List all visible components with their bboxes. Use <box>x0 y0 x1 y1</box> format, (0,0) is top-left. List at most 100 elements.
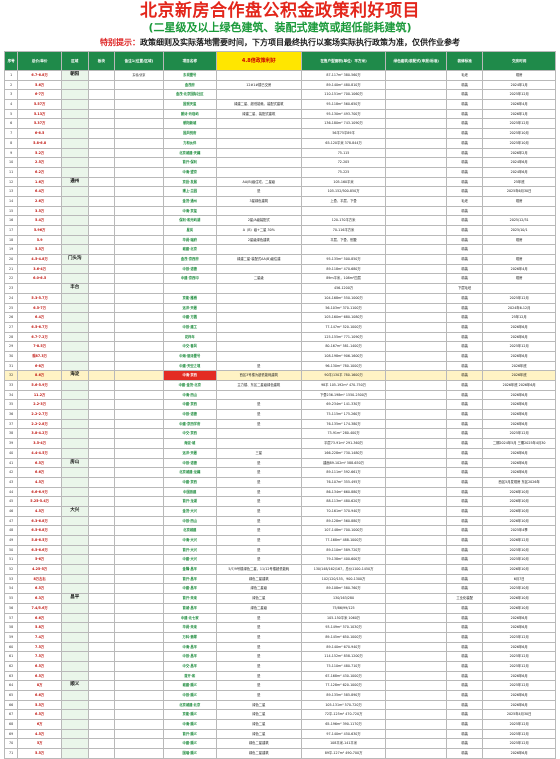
cell-price: 6万 <box>17 719 62 730</box>
cell-decoration: 精装 <box>445 622 484 633</box>
cell-policy <box>215 89 302 101</box>
table-row: 70 5万 中建·顺义 绿色二星建筑 108平米-141平米 精装 2025年12月 <box>3 738 556 750</box>
cell-green <box>385 205 447 217</box>
cell-project: 金茂·北京国际社区 <box>162 89 217 101</box>
cell-project: 中建·昌平 <box>162 583 217 595</box>
cell-policy: 绿建二星、装配式建筑 <box>215 108 302 120</box>
cell-area <box>60 476 89 488</box>
cell-decoration: 精装 <box>445 738 484 750</box>
cell-price: 7.4万 <box>17 631 62 643</box>
cell-delivery: 2026年底 2026年6月 <box>482 380 556 391</box>
cell-price: 5.25-5.4万 <box>17 496 62 507</box>
cell-size: 108-198m² 906-1600万 <box>300 350 387 362</box>
cell-decoration: 精装 <box>445 583 484 595</box>
cell-price: 6.6万 <box>17 612 62 624</box>
cell-policy <box>215 70 302 81</box>
cell-decoration: 精装 <box>445 225 484 236</box>
cell-project: 海淀·城 <box>162 438 217 449</box>
cell-delivery: 2025年4季 <box>482 525 556 536</box>
cell-decoration: 精装 <box>445 273 484 285</box>
cell-location <box>114 225 164 236</box>
cell-decoration: 精装 <box>445 467 484 478</box>
cell-project: 国风悦府 <box>162 128 217 139</box>
cell-area <box>60 738 89 750</box>
cell-decoration: 下层毛坯 <box>445 283 484 294</box>
cell-policy: 二星级 <box>215 273 302 285</box>
cell-delivery: 2025年6月30日 <box>482 186 556 197</box>
cell-index: 38 <box>3 428 19 440</box>
cell-green <box>385 622 447 633</box>
cell-index: 62 <box>3 660 19 672</box>
cell-delivery: 2026年6月 <box>482 321 556 333</box>
cell-area <box>60 719 89 730</box>
table-row: 46 4.5万 大兴 金茂·大兴是 70-161m² 370-940万 精装 2026年10… <box>3 505 556 517</box>
cell-project: 中铁·诺德 <box>162 409 217 420</box>
col-header-index: 序号 <box>3 51 19 71</box>
cell-index: 17 <box>3 225 19 236</box>
cell-price: 6-6.5 <box>17 128 62 139</box>
cell-project: 中海·昌平 <box>162 641 217 653</box>
cell-location <box>114 399 164 411</box>
cell-size: 89-135m² 585-890万 <box>300 690 387 701</box>
cell-price: 4.4-4.5万 <box>17 447 62 459</box>
cell-index: 55 <box>3 593 19 604</box>
cell-decoration: 精装 <box>445 244 484 256</box>
cell-project: 中建·顺义 <box>162 738 217 750</box>
cell-decoration: 精装 <box>445 428 484 440</box>
cell-index: 52 <box>3 564 19 575</box>
cell-size: 75-115m² 175-260万 <box>300 409 387 420</box>
cell-price: 7-8.5万 <box>17 341 62 352</box>
cell-policy <box>215 321 302 333</box>
cell-green <box>385 389 447 401</box>
cell-index: 59 <box>3 631 19 643</box>
cell-green <box>385 128 447 139</box>
cell-area <box>60 263 89 275</box>
cell-project: 金茂·通州 <box>162 195 217 207</box>
cell-size: 75-115 <box>300 147 387 159</box>
page: 北京新房合作盘公积金政策利好项目 (二星级及以上绿色建筑、装配式建筑或超低能耗建… <box>0 0 560 759</box>
cell-delivery: 2026年4月 <box>482 99 556 110</box>
cell-delivery: 2025年4月30日 <box>482 709 556 721</box>
notice-lead: 特别提示： <box>100 38 140 47</box>
cell-sub <box>87 428 116 440</box>
table-row: 15 3.5万 中海·京玺 精装 <box>3 205 556 217</box>
cell-project: 中铁·西山 <box>162 515 217 527</box>
col-header-green: 绿色建筑/装配式(申报/标准) <box>385 51 447 71</box>
cell-green <box>385 350 447 362</box>
cell-area <box>60 166 89 178</box>
cell-index: 14 <box>3 195 19 207</box>
cell-index: 10 <box>3 157 19 168</box>
table-row: 27 6.5-6.7万 中铁·建工 77-147m² 520-1000万 精装 2026年… <box>3 321 556 333</box>
projects-table: 序号 总价/单价 区域 板块 备注1(位置/区域) 项目名称 4.8倍政策利好 … <box>3 51 556 759</box>
cell-size: 98平 105-192m² 470-750万 <box>300 380 387 391</box>
cell-index: 34 <box>3 389 19 401</box>
cell-project: 中铁·建工 <box>162 321 217 333</box>
table-row: 12 1.6万 通州 京投·发展 AA(B)级住宅、二星级 105-160平米 精装 25年底 <box>3 176 556 188</box>
cell-green <box>385 418 447 430</box>
cell-sub <box>87 564 116 575</box>
cell-sub <box>87 215 116 226</box>
cell-location <box>114 631 164 643</box>
cell-price: 6.5万 <box>17 709 62 721</box>
cell-policy: 绿色二星建筑 <box>215 748 302 759</box>
cell-delivery: 2025年12月 <box>482 341 556 352</box>
cell-delivery: 2026年10月 <box>482 593 556 604</box>
table-row: 35 2.2-3万 中建·京西是 69-234m² 141-330万 精装 2026年6月 <box>3 399 556 411</box>
cell-sub <box>87 186 116 197</box>
cell-delivery: 2026年6月 <box>482 748 556 759</box>
cell-index: 45 <box>3 496 19 507</box>
cell-delivery: 2025年10月 <box>482 544 556 556</box>
cell-size: 105-160m² 680-1080万 <box>300 312 387 323</box>
cell-green <box>385 583 447 595</box>
cell-sub <box>87 544 116 556</box>
cell-decoration: 精装 <box>445 631 484 643</box>
cell-index: 16 <box>3 215 19 226</box>
cell-project: 中铁·诺德 <box>162 263 217 275</box>
table-row: 44 6.6-6.9万 中国铁建是 86-134m² 660-880万 精装 2026年1… <box>3 486 556 498</box>
cell-location <box>114 331 164 343</box>
table-row: 60 7.5万 中海·昌平是 89-140m² 670-940万 精装 2026年6月 <box>3 641 556 653</box>
cell-green <box>385 341 447 352</box>
cell-price: 8.6万 <box>17 370 62 381</box>
cell-decoration: 精装 <box>445 350 484 362</box>
table-row: 24 5.3-5.7万 京能·雁栖 104-168m² 550-1000万 精装 2025… <box>3 292 556 304</box>
